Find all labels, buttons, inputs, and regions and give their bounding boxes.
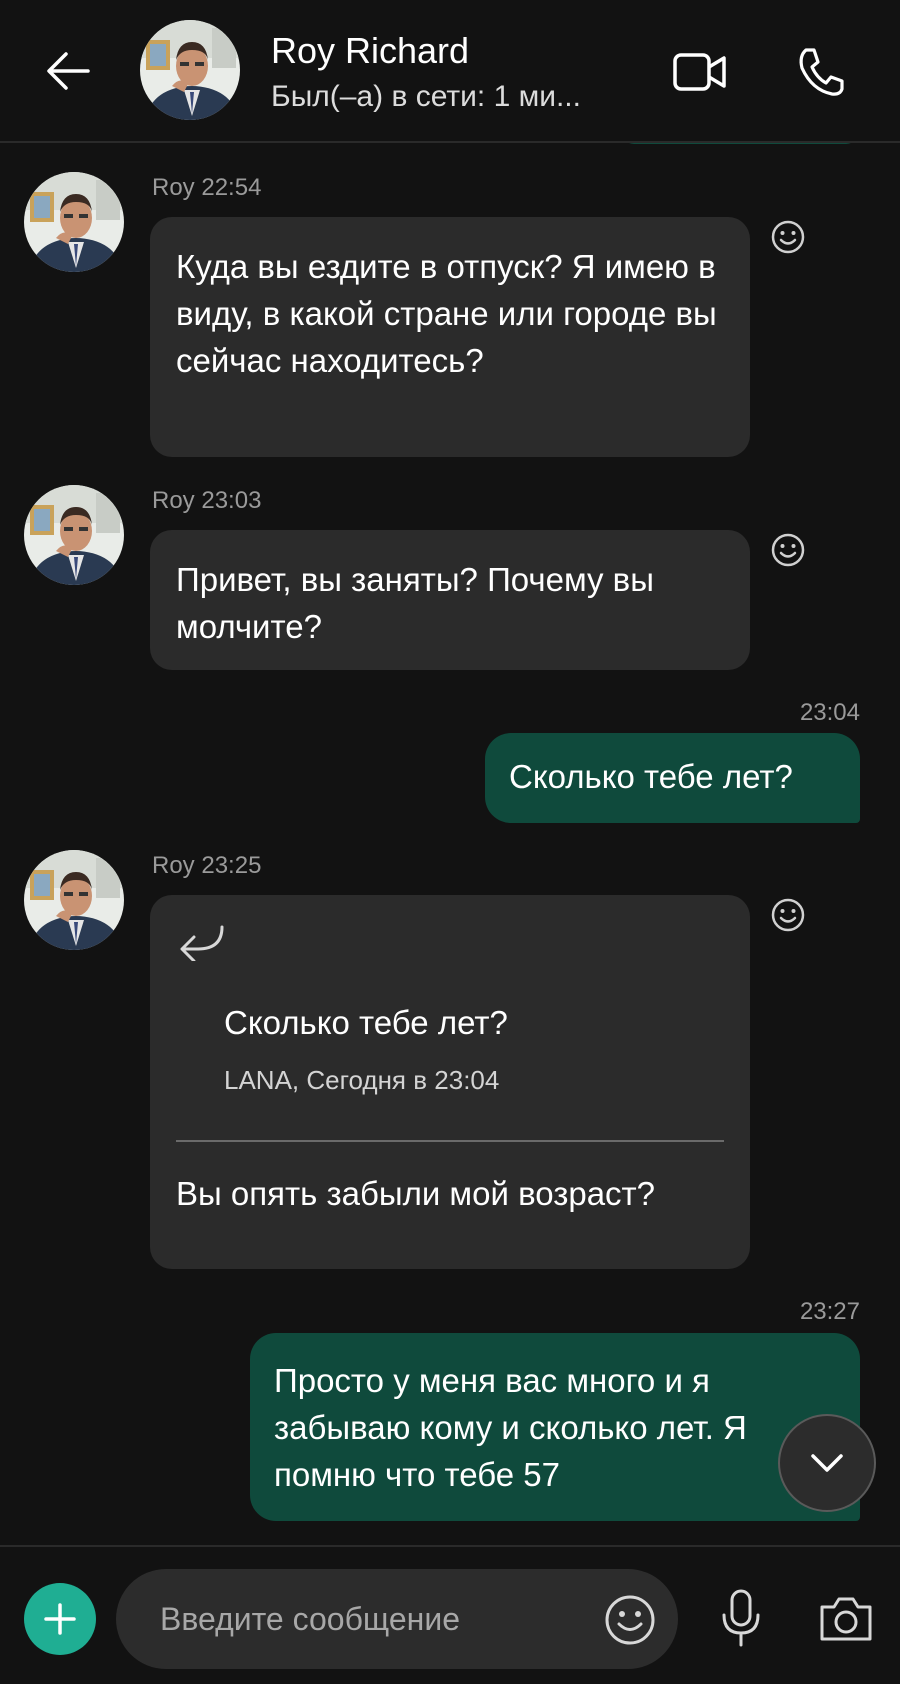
message-meta: Roy 22:54 [152, 174, 261, 202]
message-text: Привет, вы заняты? Почему вы молчите? [176, 561, 654, 645]
incoming-message-bubble[interactable]: Куда вы ездите в отпуск? Я имею в виду, … [150, 217, 750, 457]
message-time: 23:04 [799, 699, 860, 726]
phone-call-icon[interactable] [796, 46, 844, 98]
contact-avatar[interactable] [140, 20, 240, 120]
chat-header: Roy Richard Был(–а) в сети: 1 ми... [0, 0, 900, 143]
sender-avatar[interactable] [24, 850, 124, 950]
sender-name: Roy [152, 174, 195, 201]
message-text: Вы опять забыли мой возраст? [176, 1175, 656, 1212]
message-text: Куда вы ездите в отпуск? Я имею в виду, … [176, 248, 717, 379]
message-time: 23:25 [201, 852, 262, 879]
message-meta: Roy 23:03 [152, 487, 261, 515]
quoted-message[interactable]: Сколько тебе лет? LANA, Сегодня в 23:04 [176, 1001, 724, 1104]
message-time: 23:27 [799, 1298, 860, 1325]
plus-icon [44, 1603, 76, 1635]
message-text: Просто у меня вас много и я забываю кому… [274, 1362, 747, 1493]
sender-name: Roy [152, 487, 195, 514]
quoted-message-text: Сколько тебе лет? [224, 1004, 508, 1041]
incoming-message-bubble[interactable]: Привет, вы заняты? Почему вы молчите? [150, 530, 750, 670]
back-arrow-icon[interactable] [42, 44, 96, 98]
contact-name[interactable]: Roy Richard [271, 30, 469, 72]
add-reaction-icon[interactable] [770, 897, 806, 933]
reply-arrow-icon [176, 921, 724, 973]
camera-icon[interactable] [818, 1593, 874, 1645]
add-attachment-button[interactable] [24, 1583, 96, 1655]
sender-name: Roy [152, 852, 195, 879]
message-composer [0, 1545, 900, 1684]
emoji-icon[interactable] [603, 1593, 657, 1647]
reply-divider [176, 1140, 724, 1142]
add-reaction-icon[interactable] [770, 532, 806, 568]
message-time: 22:54 [201, 174, 262, 201]
outgoing-message-bubble[interactable]: Просто у меня вас много и я забываю кому… [250, 1333, 860, 1521]
message-meta: Roy 23:25 [152, 852, 261, 880]
add-reaction-icon[interactable] [770, 219, 806, 255]
message-time: 23:03 [201, 487, 262, 514]
quoted-message-meta: LANA, Сегодня в 23:04 [224, 1065, 500, 1095]
sender-avatar[interactable] [24, 172, 124, 272]
sender-avatar[interactable] [24, 485, 124, 585]
message-input[interactable] [116, 1569, 678, 1669]
scroll-to-bottom-button[interactable] [778, 1414, 876, 1512]
chevron-down-icon [811, 1454, 843, 1472]
microphone-icon[interactable] [718, 1587, 764, 1651]
video-call-icon[interactable] [672, 50, 728, 94]
contact-status: Был(–а) в сети: 1 ми... [271, 80, 581, 113]
message-text: Сколько тебе лет? [509, 758, 793, 795]
outgoing-message-bubble[interactable]: Сколько тебе лет? [485, 733, 860, 823]
incoming-reply-bubble[interactable]: Сколько тебе лет? LANA, Сегодня в 23:04 … [150, 895, 750, 1269]
